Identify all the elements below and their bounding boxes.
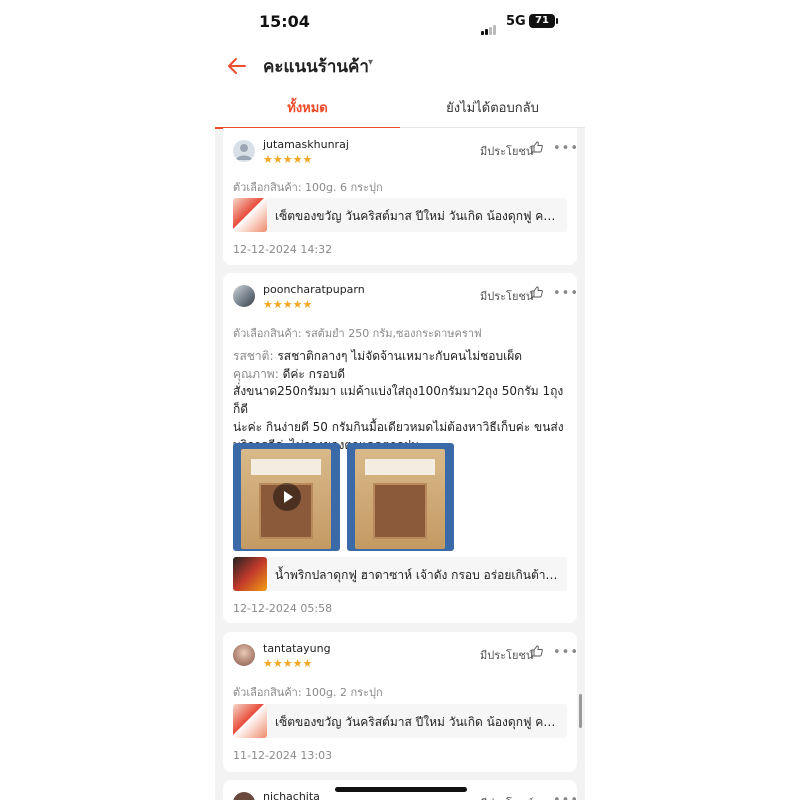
product-link[interactable]: เซ็ตของขวัญ วันคริสต์มาส ปีใหม่ วันเกิด … (233, 704, 567, 738)
tab-bar: ทั้งหมด ยังไม่ได้ตอบกลับ (215, 90, 585, 129)
more-options-icon[interactable]: ••• (553, 286, 579, 301)
product-name: เซ็ตของขวัญ วันคริสต์มาส ปีใหม่ วันเกิด … (275, 715, 561, 729)
helpful-label[interactable]: มีประโยชน์ (480, 646, 533, 664)
review-video[interactable] (233, 443, 340, 551)
more-options-icon[interactable]: ••• (553, 645, 579, 660)
tab-unreplied[interactable]: ยังไม่ได้ตอบกลับ (400, 90, 585, 128)
scrollbar[interactable] (579, 694, 582, 728)
avatar[interactable] (233, 792, 255, 800)
status-time: 15:04 (259, 12, 310, 31)
network-label: 5G (506, 14, 526, 29)
product-variant: ตัวเลือกสินค้า: 100g. 2 กระปุก (233, 686, 383, 699)
phone-screen: 15:04 5G 71 คะแนนร้านค้า ▾ ทั้งหมด ยังไม… (215, 0, 585, 800)
taste-label: รสชาติ: (233, 349, 274, 363)
product-name: น้ำพริกปลาดุกฟู ฮาดาซาห์ เจ้าดัง กรอบ อร… (275, 568, 561, 582)
review-date: 11-12-2024 13:03 (233, 749, 333, 762)
avatar[interactable] (233, 644, 255, 666)
taste-attribute: รสชาติ: รสชาติกลางๆ ไม่จัดจ้านเหมาะกับคน… (233, 347, 522, 366)
product-link[interactable]: เซ็ตของขวัญ วันคริสต์มาส ปีใหม่ วันเกิด … (233, 198, 567, 232)
tab-all[interactable]: ทั้งหมด (215, 90, 400, 129)
review-text-line: สั่งขนาด250กรัมมา แม่ค้าแบ่งใส่ถุง100กรั… (233, 384, 564, 416)
thumbs-up-icon[interactable] (531, 645, 543, 657)
avatar[interactable] (233, 140, 255, 162)
helpful-label[interactable]: มีประโยชน์ (480, 794, 533, 800)
battery-icon: 71 (529, 14, 558, 28)
user-icon (236, 144, 252, 160)
taste-value: รสชาติกลางๆ ไม่จัดจ้านเหมาะกับคนไม่ชอบเผ… (277, 349, 523, 363)
product-thumbnail (233, 198, 267, 232)
review-card: jutamaskhunraj ★★★★★ มีประโยชน์ ••• ตัวเ… (223, 128, 579, 265)
product-thumbnail (233, 704, 267, 738)
rating-stars: ★★★★★ (263, 298, 313, 311)
product-variant: ตัวเลือกสินค้า: รสต้มยำ 250 กรัม,ซองกระด… (233, 327, 482, 340)
photo-thumbnail (355, 449, 445, 549)
product-link[interactable]: น้ำพริกปลาดุกฟู ฮาดาซาห์ เจ้าดัง กรอบ อร… (233, 557, 567, 591)
rating-stars: ★★★★★ (263, 153, 313, 166)
reviewer-name[interactable]: tantatayung (263, 642, 331, 655)
review-photo[interactable] (347, 443, 454, 551)
quality-label: คุณภาพ: (233, 367, 279, 381)
status-bar: 15:04 5G 71 (215, 0, 585, 44)
reviewer-name[interactable]: pooncharatpuparn (263, 283, 365, 296)
review-text-line: น่ะค่ะ กินง่ายดี 50 กรัมกินมื้อเดียวหมดไ… (233, 420, 564, 434)
avatar[interactable] (233, 285, 255, 307)
quality-value: ดีค่ะ กรอบดี (282, 367, 346, 381)
chevron-down-icon[interactable]: ▾ (368, 57, 373, 68)
rating-stars: ★★★★★ (263, 657, 313, 670)
page-title: คะแนนร้านค้า (263, 57, 369, 77)
product-thumbnail (233, 557, 267, 591)
more-options-icon[interactable]: ••• (553, 141, 579, 156)
helpful-label[interactable]: มีประโยชน์ (480, 142, 533, 160)
reviewer-name[interactable]: nichachita (263, 790, 320, 800)
more-options-icon[interactable]: ••• (553, 793, 579, 800)
header: คะแนนร้านค้า ▾ (215, 44, 585, 90)
review-card: pooncharatpuparn ★★★★★ มีประโยชน์ ••• ตั… (223, 273, 579, 623)
product-name: เซ็ตของขวัญ วันคริสต์มาส ปีใหม่ วันเกิด … (275, 209, 561, 223)
home-indicator[interactable] (335, 787, 467, 792)
reviewer-name[interactable]: jutamaskhunraj (263, 138, 349, 151)
thumbs-up-icon[interactable] (531, 141, 543, 153)
back-arrow-icon[interactable] (225, 54, 249, 78)
review-card: tantatayung ★★★★★ มีประโยชน์ ••• ตัวเลือ… (223, 632, 579, 772)
signal-icon (481, 16, 497, 35)
thumbs-up-icon[interactable] (531, 286, 543, 298)
helpful-label[interactable]: มีประโยชน์ (480, 287, 533, 305)
product-variant: ตัวเลือกสินค้า: 100g. 6 กระปุก (233, 181, 383, 194)
review-date: 12-12-2024 14:32 (233, 243, 333, 256)
play-icon[interactable] (273, 483, 301, 511)
review-date: 12-12-2024 05:58 (233, 602, 333, 615)
